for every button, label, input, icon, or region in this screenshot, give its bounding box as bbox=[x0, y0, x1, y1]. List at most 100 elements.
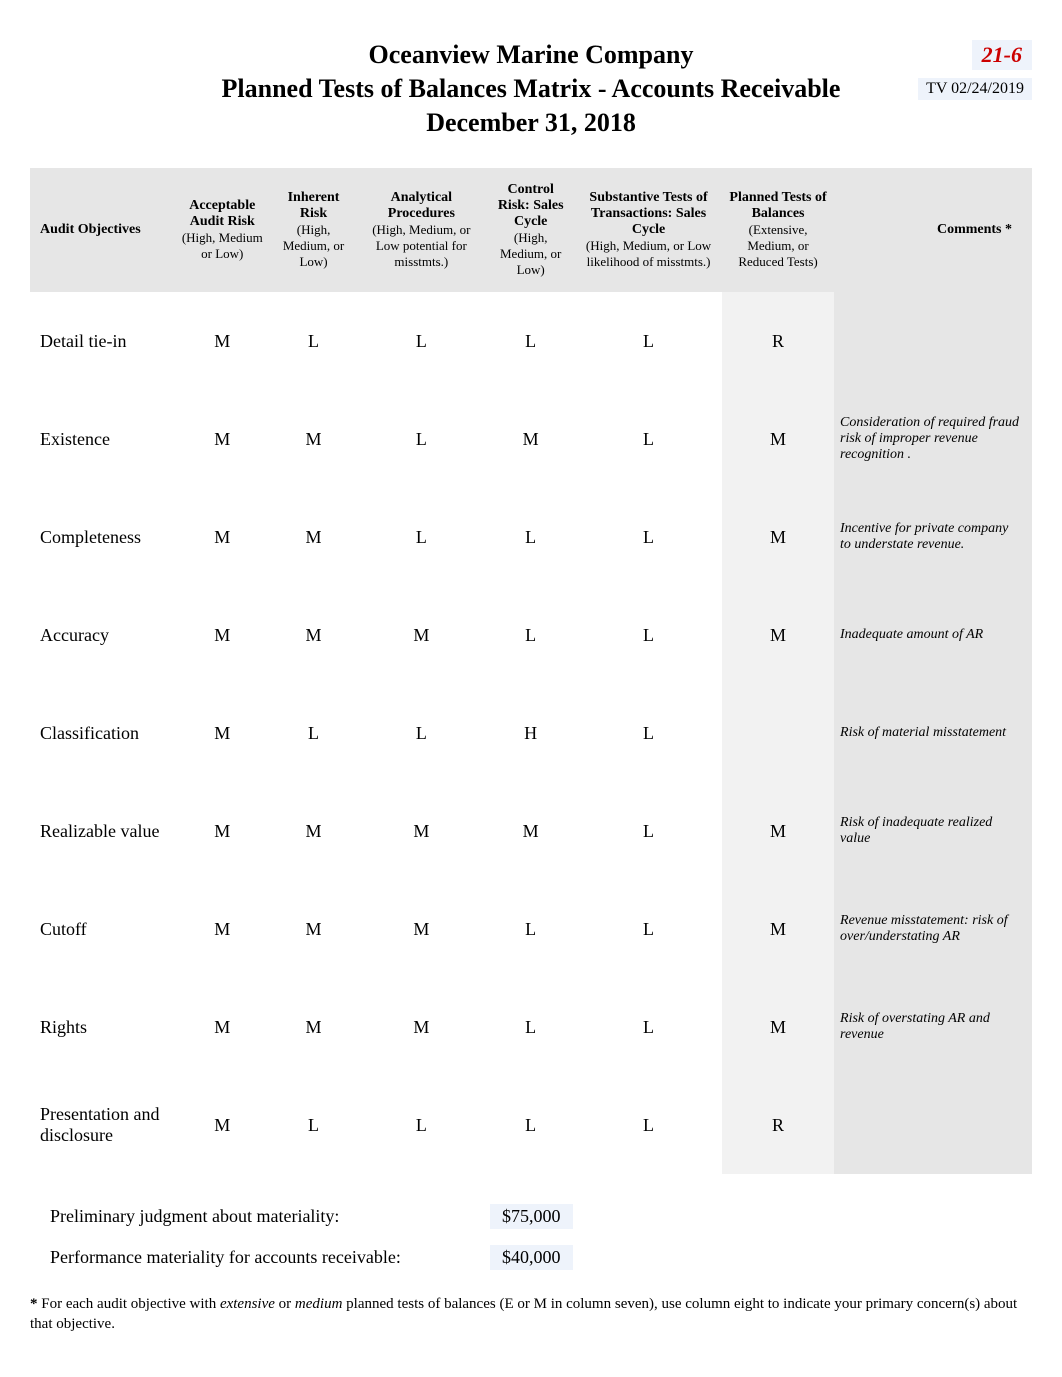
cell-stt: L bbox=[575, 488, 722, 586]
cell-objective: Rights bbox=[30, 978, 174, 1076]
preliminary-materiality-value: $75,000 bbox=[490, 1204, 573, 1229]
col-header-audit-objectives: Audit Objectives bbox=[30, 168, 174, 292]
cell-objective: Cutoff bbox=[30, 880, 174, 978]
cell-ptb: R bbox=[722, 292, 834, 390]
cell-objective: Detail tie-in bbox=[30, 292, 174, 390]
col-title: Analytical Procedures bbox=[362, 190, 480, 222]
col-title: Inherent Risk bbox=[277, 190, 351, 222]
footnote-text: or bbox=[275, 1296, 295, 1312]
col-header-comments: Comments * bbox=[834, 168, 1032, 292]
cell-aar: M bbox=[174, 586, 271, 684]
cell-objective: Accuracy bbox=[30, 586, 174, 684]
cell-cr: M bbox=[486, 390, 575, 488]
balances-matrix-table: Audit Objectives Acceptable Audit Risk (… bbox=[30, 168, 1032, 1174]
cell-cr: M bbox=[486, 782, 575, 880]
footnote-em: extensive bbox=[220, 1296, 275, 1312]
cell-ap: M bbox=[356, 782, 486, 880]
footnote-text: For each audit objective with bbox=[38, 1296, 220, 1312]
cell-aar: M bbox=[174, 782, 271, 880]
cell-comment: Consideration of required fraud risk of … bbox=[834, 390, 1032, 488]
col-header-control-risk: Control Risk: Sales Cycle (High, Medium,… bbox=[486, 168, 575, 292]
cell-ir: L bbox=[271, 292, 357, 390]
cell-cr: L bbox=[486, 488, 575, 586]
cell-comment: Risk of overstating AR and revenue bbox=[834, 978, 1032, 1076]
cell-ap: L bbox=[356, 390, 486, 488]
col-header-acceptable-audit-risk: Acceptable Audit Risk (High, Medium or L… bbox=[174, 168, 271, 292]
cell-objective: Realizable value bbox=[30, 782, 174, 880]
preliminary-materiality-row: Preliminary judgment about materiality: … bbox=[30, 1204, 1032, 1229]
col-sub: (High, Medium, or Low) bbox=[492, 230, 569, 278]
table-body: Detail tie-in M L L L L R Existence M M … bbox=[30, 292, 1032, 1174]
cell-ap: L bbox=[356, 1076, 486, 1174]
cell-ir: L bbox=[271, 684, 357, 782]
col-sub: (High, Medium or Low) bbox=[180, 230, 265, 262]
cell-comment: Incentive for private company to underst… bbox=[834, 488, 1032, 586]
cell-aar: M bbox=[174, 488, 271, 586]
cell-objective: Completeness bbox=[30, 488, 174, 586]
cell-stt: L bbox=[575, 390, 722, 488]
performance-materiality-value: $40,000 bbox=[490, 1245, 573, 1270]
cell-ptb: M bbox=[722, 880, 834, 978]
cell-ptb bbox=[722, 684, 834, 782]
cell-ir: M bbox=[271, 488, 357, 586]
col-title: Control Risk: Sales Cycle bbox=[492, 182, 569, 230]
cell-ptb: M bbox=[722, 390, 834, 488]
footnote-star: * bbox=[30, 1296, 38, 1312]
col-title: Comments * bbox=[840, 222, 1012, 238]
footnote: * For each audit objective with extensiv… bbox=[30, 1294, 1032, 1335]
cell-stt: L bbox=[575, 292, 722, 390]
table-row: Cutoff M M M L L M Revenue misstatement:… bbox=[30, 880, 1032, 978]
cell-ap: L bbox=[356, 684, 486, 782]
workpaper-reference: 21-6 bbox=[972, 40, 1032, 70]
cell-ptb: M bbox=[722, 782, 834, 880]
cell-ir: M bbox=[271, 880, 357, 978]
col-title: Acceptable Audit Risk bbox=[180, 198, 265, 230]
cell-stt: L bbox=[575, 880, 722, 978]
preparer-initials-date: TV 02/24/2019 bbox=[918, 78, 1032, 100]
title-block: Oceanview Marine Company Planned Tests o… bbox=[180, 40, 882, 138]
page-header: Oceanview Marine Company Planned Tests o… bbox=[30, 40, 1032, 138]
cell-ap: M bbox=[356, 586, 486, 684]
cell-ir: M bbox=[271, 782, 357, 880]
cell-ap: L bbox=[356, 488, 486, 586]
col-sub: (High, Medium, or Low) bbox=[277, 222, 351, 270]
table-row: Detail tie-in M L L L L R bbox=[30, 292, 1032, 390]
cell-cr: L bbox=[486, 978, 575, 1076]
cell-aar: M bbox=[174, 390, 271, 488]
cell-stt: L bbox=[575, 684, 722, 782]
cell-ptb: M bbox=[722, 978, 834, 1076]
table-row: Classification M L L H L Risk of materia… bbox=[30, 684, 1032, 782]
cell-aar: M bbox=[174, 292, 271, 390]
reference-box: 21-6 TV 02/24/2019 bbox=[882, 40, 1032, 100]
table-row: Completeness M M L L L M Incentive for p… bbox=[30, 488, 1032, 586]
summary-section: Preliminary judgment about materiality: … bbox=[30, 1204, 1032, 1270]
col-sub: (High, Medium, or Low potential for miss… bbox=[362, 222, 480, 270]
cell-cr: L bbox=[486, 1076, 575, 1174]
cell-comment: Inadequate amount of AR bbox=[834, 586, 1032, 684]
company-name: Oceanview Marine Company bbox=[180, 40, 882, 70]
col-title: Audit Objectives bbox=[40, 222, 168, 238]
document-date: December 31, 2018 bbox=[180, 108, 882, 138]
cell-ap: M bbox=[356, 978, 486, 1076]
performance-materiality-row: Performance materiality for accounts rec… bbox=[30, 1245, 1032, 1270]
cell-comment: Risk of material misstatement bbox=[834, 684, 1032, 782]
cell-stt: L bbox=[575, 1076, 722, 1174]
cell-ptb: M bbox=[722, 488, 834, 586]
cell-objective: Classification bbox=[30, 684, 174, 782]
performance-materiality-label: Performance materiality for accounts rec… bbox=[30, 1247, 490, 1268]
cell-objective: Presentation and disclosure bbox=[30, 1076, 174, 1174]
cell-cr: L bbox=[486, 880, 575, 978]
cell-stt: L bbox=[575, 782, 722, 880]
cell-stt: L bbox=[575, 586, 722, 684]
col-title: Substantive Tests of Transactions: Sales… bbox=[581, 190, 716, 238]
table-row: Existence M M L M L M Consideration of r… bbox=[30, 390, 1032, 488]
cell-ir: M bbox=[271, 978, 357, 1076]
col-header-planned-tests: Planned Tests of Balances (Extensive, Me… bbox=[722, 168, 834, 292]
cell-cr: H bbox=[486, 684, 575, 782]
cell-cr: L bbox=[486, 292, 575, 390]
table-row: Accuracy M M M L L M Inadequate amount o… bbox=[30, 586, 1032, 684]
col-header-inherent-risk: Inherent Risk (High, Medium, or Low) bbox=[271, 168, 357, 292]
cell-comment bbox=[834, 292, 1032, 390]
document-subtitle: Planned Tests of Balances Matrix - Accou… bbox=[180, 74, 882, 104]
col-header-substantive-tests: Substantive Tests of Transactions: Sales… bbox=[575, 168, 722, 292]
